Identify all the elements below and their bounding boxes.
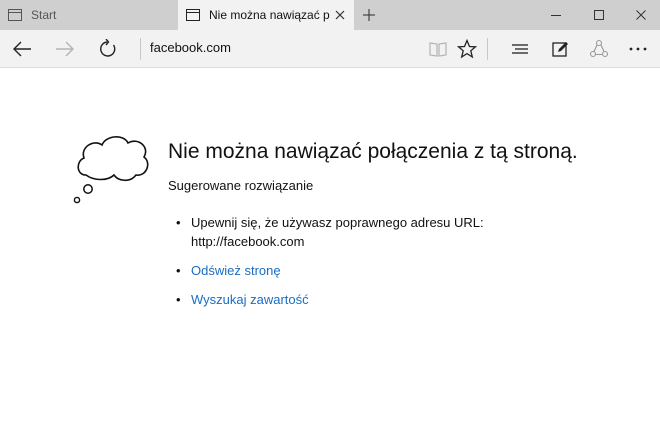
- list-item: • Upewnij się, że używasz poprawnego adr…: [176, 213, 484, 251]
- tab-strip: Start Nie można nawiązać poł: [0, 0, 660, 30]
- new-tab-plus-icon[interactable]: [358, 5, 380, 25]
- forward-arrow-icon[interactable]: [51, 36, 79, 62]
- bullet-icon: •: [176, 215, 181, 230]
- tab-page-icon: [185, 7, 201, 23]
- maximize-icon[interactable]: [588, 5, 610, 25]
- toolbar-separator: [487, 38, 488, 60]
- refresh-page-link[interactable]: Odśwież stronę: [191, 263, 281, 278]
- refresh-icon[interactable]: [94, 36, 122, 62]
- address-separator: [140, 38, 141, 60]
- bullet-icon: •: [176, 263, 181, 278]
- share-icon[interactable]: [585, 36, 613, 62]
- list-item: • Odśwież stronę: [176, 261, 484, 280]
- tab-start[interactable]: Start: [0, 0, 176, 30]
- error-page: Nie można nawiązać połączenia z tą stron…: [0, 69, 660, 442]
- tab-label: Start: [31, 8, 57, 22]
- navigation-bar: facebook.com: [0, 30, 660, 68]
- tab-error-page[interactable]: Nie można nawiązać poł: [178, 0, 354, 30]
- back-arrow-icon[interactable]: [8, 36, 36, 62]
- suggestion-list: • Upewnij się, że używasz poprawnego adr…: [176, 213, 484, 309]
- search-content-link[interactable]: Wyszukaj zawartość: [191, 292, 309, 307]
- suggestion-heading: Sugerowane rozwiązanie: [168, 178, 314, 193]
- list-item: • Wyszukaj zawartość: [176, 290, 484, 309]
- more-icon[interactable]: [624, 36, 652, 62]
- check-url-text: Upewnij się, że używasz poprawnego adres…: [191, 215, 484, 230]
- web-note-icon[interactable]: [546, 36, 574, 62]
- close-icon[interactable]: [330, 5, 350, 25]
- page-title: Nie można nawiązać połączenia z tą stron…: [168, 140, 578, 163]
- tab-label: Nie można nawiązać poł: [209, 8, 330, 22]
- url-text: http://facebook.com: [191, 234, 305, 249]
- address-bar[interactable]: facebook.com: [150, 40, 231, 55]
- hub-icon[interactable]: [506, 36, 534, 62]
- reading-view-icon[interactable]: [424, 36, 452, 62]
- bullet-icon: •: [176, 292, 181, 307]
- tab-page-icon: [7, 7, 23, 23]
- window-close-icon[interactable]: [630, 5, 652, 25]
- thought-cloud-icon: [72, 131, 152, 212]
- minimize-icon[interactable]: [545, 5, 567, 25]
- favorite-star-icon[interactable]: [453, 36, 481, 62]
